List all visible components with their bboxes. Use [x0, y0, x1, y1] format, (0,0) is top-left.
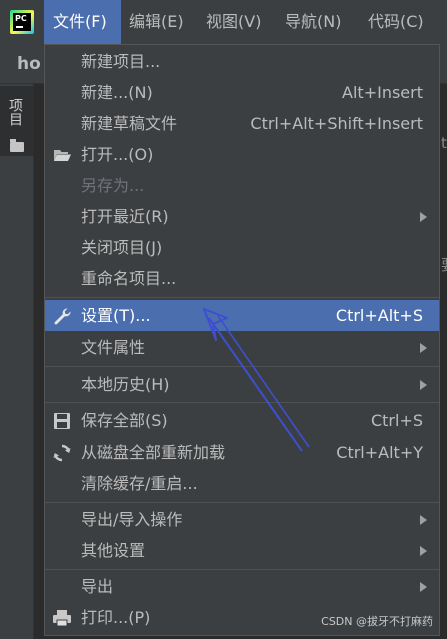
menu-item-label: 设置(T)... [81, 306, 151, 325]
menu-item-file-properties[interactable]: 文件属性 [45, 332, 439, 363]
menu-separator [45, 402, 439, 403]
logo-inner: PC [13, 13, 31, 31]
logo-bar [16, 26, 23, 28]
menu-item-rename-project[interactable]: 重命名项目... [45, 263, 439, 294]
logo-text: PC [15, 14, 27, 23]
menu-item-shortcut: Ctrl+Alt+Shift+Insert [250, 114, 423, 133]
tool-tab-project[interactable]: 项目 [0, 86, 34, 156]
menu-item-other-settings[interactable]: 其他设置 [45, 535, 439, 566]
folder-icon [10, 139, 24, 152]
menu-navigate[interactable]: 导航(N) [285, 0, 341, 44]
menu-item-label: 重命名项目... [81, 269, 177, 288]
refresh-icon [53, 444, 71, 462]
menu-item-label: 导出/导入操作 [81, 510, 183, 529]
menu-item-label: 从磁盘全部重新加载 [81, 443, 226, 462]
menu-item-local-history[interactable]: 本地历史(H) [45, 369, 439, 400]
submenu-arrow-icon [420, 212, 427, 222]
menu-item-label: 新建...(N) [81, 83, 153, 102]
menu-item-label: 文件属性 [81, 338, 146, 357]
submenu-arrow-icon [420, 515, 427, 525]
menu-item-shortcut: Alt+Insert [342, 83, 423, 102]
breadcrumb[interactable]: ho [17, 44, 41, 84]
tool-tab-project-label: 项目 [7, 98, 23, 126]
editor-fragment-t: t [441, 134, 447, 152]
menu-item-shortcut: Ctrl+S [370, 411, 423, 430]
menu-item-settings[interactable]: 设置(T)... Ctrl+Alt+S [45, 300, 439, 331]
menu-code[interactable]: 代码(C) [368, 0, 424, 44]
menu-item-new[interactable]: 新建...(N) Alt+Insert [45, 77, 439, 108]
menu-item-save-all[interactable]: 保存全部(S) Ctrl+S [45, 405, 439, 436]
menu-item-open-recent[interactable]: 打开最近(R) [45, 201, 439, 232]
menu-item-invalidate-caches[interactable]: 清除缓存/重启... [45, 468, 439, 499]
pycharm-logo-icon[interactable]: PC [10, 10, 34, 34]
editor-fragment-ra: 要 [441, 254, 447, 275]
menu-item-reload-all[interactable]: 从磁盘全部重新加载 Ctrl+Alt+Y [45, 437, 439, 468]
menu-item-shortcut: Ctrl+Alt+Y [336, 443, 423, 462]
submenu-arrow-icon [420, 582, 427, 592]
menu-item-shortcut: Ctrl+Alt+S [335, 306, 423, 325]
menu-item-label: 导出 [81, 577, 114, 596]
menu-item-label: 打开最近(R) [81, 207, 169, 226]
submenu-arrow-icon [420, 380, 427, 390]
menu-separator [45, 366, 439, 367]
wrench-icon [54, 308, 71, 325]
printer-icon [53, 610, 71, 627]
save-icon [54, 413, 70, 429]
menu-item-label: 新建项目... [81, 52, 161, 71]
file-menu-dropdown: 新建项目... 新建...(N) Alt+Insert 新建草稿文件 Ctrl+… [44, 44, 440, 636]
menu-separator [45, 502, 439, 503]
menu-item-label: 其他设置 [81, 541, 146, 560]
submenu-arrow-icon [420, 343, 427, 353]
menu-item-import-export[interactable]: 导出/导入操作 [45, 504, 439, 535]
menu-item-label: 打印...(P) [81, 608, 151, 627]
open-folder-icon [54, 150, 71, 161]
menu-item-new-project[interactable]: 新建项目... [45, 46, 439, 77]
menu-edit[interactable]: 编辑(E) [129, 0, 184, 44]
menu-item-label: 新建草稿文件 [81, 114, 178, 133]
menu-item-open[interactable]: 打开...(O) [45, 139, 439, 170]
menu-separator [45, 297, 439, 298]
menu-item-label: 保存全部(S) [81, 411, 168, 430]
menu-item-label: 打开...(O) [81, 145, 154, 164]
menu-separator [45, 569, 439, 570]
menu-item-label: 另存为... [81, 176, 145, 195]
menu-view[interactable]: 视图(V) [206, 0, 261, 44]
menu-item-save-as: 另存为... [45, 170, 439, 201]
menu-file[interactable]: 文件(F) [44, 0, 121, 44]
submenu-arrow-icon [420, 546, 427, 556]
menu-item-label: 本地历史(H) [81, 375, 170, 394]
left-tool-stripe: 项目 [0, 84, 34, 639]
menubar: PC 文件(F) 编辑(E) 视图(V) 导航(N) 代码(C) [0, 0, 447, 44]
menu-item-new-scratch-file[interactable]: 新建草稿文件 Ctrl+Alt+Shift+Insert [45, 108, 439, 139]
menu-item-label: 关闭项目(J) [81, 238, 163, 257]
watermark: CSDN @拔牙不打麻药 [321, 615, 433, 628]
menu-item-export[interactable]: 导出 [45, 571, 439, 602]
menu-item-close-project[interactable]: 关闭项目(J) [45, 232, 439, 263]
menu-item-label: 清除缓存/重启... [81, 474, 198, 493]
